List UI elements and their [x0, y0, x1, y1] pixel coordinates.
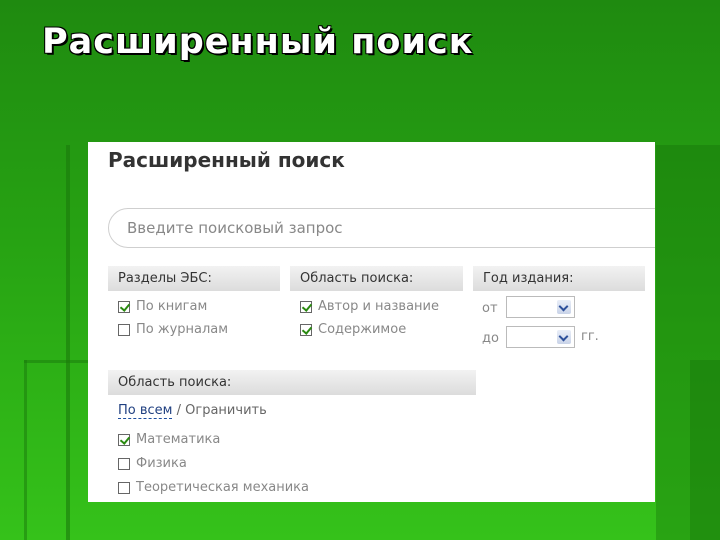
checkbox-row-journals[interactable]: По журналам: [118, 322, 228, 337]
panel-title: Расширенный поиск: [108, 148, 345, 172]
decor-block-right-lower: [690, 360, 720, 540]
checkbox-row-math[interactable]: Математика: [118, 432, 220, 447]
section-header-ebs: Разделы ЭБС:: [108, 266, 280, 291]
checkbox-label-books: По книгам: [136, 299, 208, 314]
link-all[interactable]: По всем: [118, 403, 173, 419]
checkbox-math[interactable]: [118, 433, 130, 446]
decor-line-horizontal: [24, 360, 88, 363]
section-header-scope: Область поиска:: [290, 266, 463, 291]
checkbox-row-physics[interactable]: Физика: [118, 456, 187, 471]
checkbox-author-title[interactable]: [300, 300, 312, 313]
checkbox-label-content: Содержимое: [318, 322, 407, 337]
chevron-down-icon[interactable]: [557, 300, 571, 314]
checkbox-row-author-title[interactable]: Автор и название: [300, 299, 439, 314]
checkbox-label-mechanics: Теоретическая механика: [136, 480, 309, 495]
checkbox-books[interactable]: [118, 300, 130, 313]
checkbox-journals[interactable]: [118, 323, 130, 336]
checkbox-mechanics[interactable]: [118, 481, 130, 494]
decor-line-left: [66, 145, 70, 540]
checkbox-content[interactable]: [300, 323, 312, 336]
year-to-select[interactable]: [506, 326, 575, 348]
link-separator: /: [176, 403, 182, 418]
chevron-down-icon[interactable]: [557, 330, 571, 344]
checkbox-label-physics: Физика: [136, 456, 187, 471]
year-from-label: от: [482, 301, 498, 316]
checkbox-row-mechanics[interactable]: Теоретическая механика: [118, 480, 309, 495]
checkbox-physics[interactable]: [118, 457, 130, 470]
checkbox-label-journals: По журналам: [136, 322, 229, 337]
year-from-select[interactable]: [506, 296, 575, 318]
year-to-label: до: [482, 331, 499, 346]
slide-title: Расширенный поиск: [42, 22, 474, 62]
section-header-year: Год издания:: [473, 266, 645, 291]
section-header-area: Область поиска:: [108, 370, 476, 395]
checkbox-label-math: Математика: [136, 432, 221, 447]
checkbox-row-content[interactable]: Содержимое: [300, 322, 406, 337]
checkbox-label-author-title: Автор и название: [318, 299, 439, 314]
decor-line-left-lower: [24, 360, 27, 540]
search-panel: Расширенный поиск Разделы ЭБС: По книгам…: [88, 142, 655, 502]
area-links: По всем / Ограничить: [118, 403, 267, 419]
year-suffix: гг.: [581, 329, 599, 344]
search-input[interactable]: [108, 208, 655, 248]
checkbox-row-books[interactable]: По книгам: [118, 299, 207, 314]
link-limit[interactable]: Ограничить: [185, 403, 267, 418]
